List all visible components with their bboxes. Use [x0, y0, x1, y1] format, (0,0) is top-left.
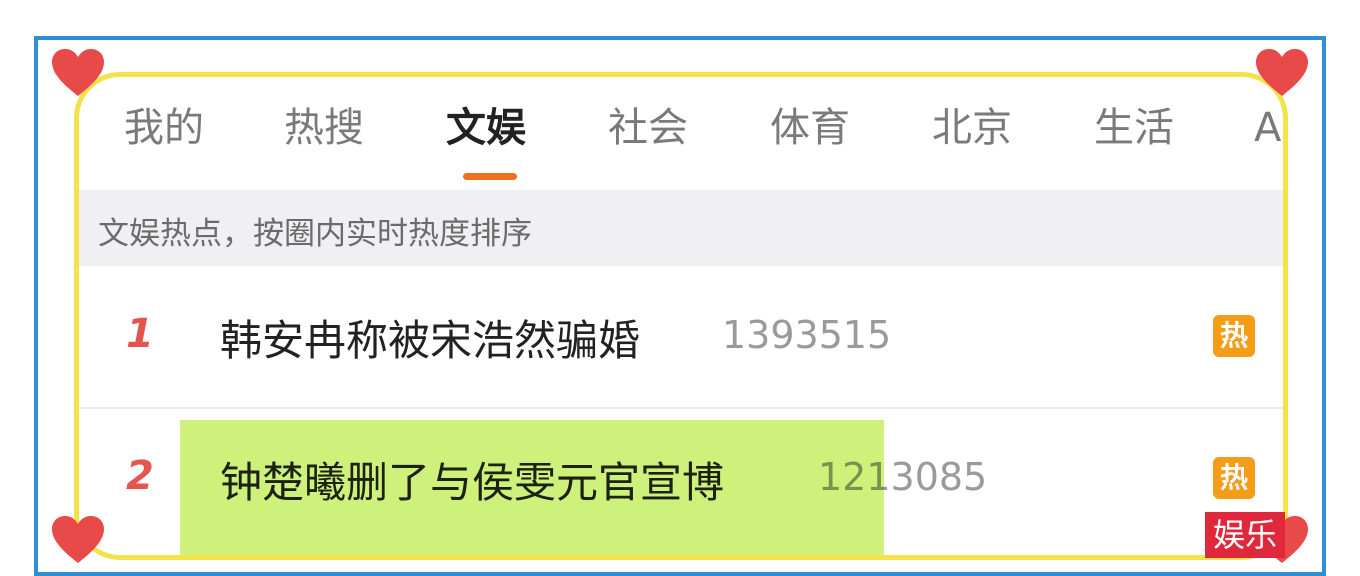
- tab-more[interactable]: A: [1254, 100, 1281, 156]
- active-tab-indicator: [463, 173, 517, 180]
- section-subheader: 文娱热点，按圈内实时热度排序: [78, 190, 1283, 266]
- rank-number: 2: [126, 453, 154, 499]
- heat-count: 1393515: [722, 313, 892, 357]
- topic-title[interactable]: 韩安冉称被宋浩然骗婚: [220, 307, 640, 368]
- list-item[interactable]: 2 钟楚曦删了与侯雯元官宣博 1213085 热: [78, 409, 1283, 549]
- heart-icon: [1254, 48, 1310, 98]
- tab-society[interactable]: 社会: [608, 100, 688, 156]
- tab-hot-search[interactable]: 热搜: [284, 100, 364, 156]
- topic-title[interactable]: 钟楚曦删了与侯雯元官宣博: [220, 449, 724, 510]
- hot-badge: 热: [1213, 457, 1255, 499]
- hot-badge: 热: [1213, 315, 1255, 357]
- tab-entertainment[interactable]: 文娱: [446, 100, 526, 156]
- tab-sports[interactable]: 体育: [770, 100, 850, 156]
- tab-bar: 我的 热搜 文娱 社会 体育 北京 生活 A: [78, 80, 1283, 188]
- subheader-text: 文娱热点，按圈内实时热度排序: [98, 216, 532, 252]
- heart-icon: [50, 48, 106, 98]
- tab-life[interactable]: 生活: [1094, 100, 1174, 156]
- tab-mine[interactable]: 我的: [124, 100, 204, 156]
- rank-number: 1: [126, 311, 154, 357]
- heat-count: 1213085: [818, 455, 988, 499]
- watermark: 娱乐: [1205, 512, 1286, 558]
- list-item[interactable]: 1 韩安冉称被宋浩然骗婚 1393515 热: [78, 267, 1283, 409]
- tab-beijing[interactable]: 北京: [932, 100, 1012, 156]
